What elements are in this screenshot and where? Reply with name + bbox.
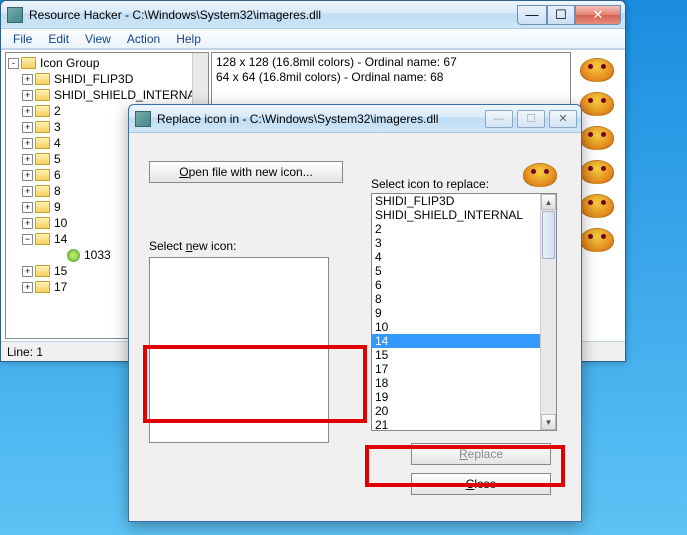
listbox-item[interactable]: 17 (372, 362, 556, 376)
app-icon (135, 111, 151, 127)
tree-item-label: 15 (54, 264, 67, 278)
listbox-item[interactable]: 15 (372, 348, 556, 362)
tree-item-label: 5 (54, 152, 61, 166)
folder-icon (35, 89, 50, 101)
dialog-titlebar[interactable]: Replace icon in - C:\Windows\System32\im… (129, 105, 581, 133)
folder-icon (21, 57, 36, 69)
icon-replace-listbox[interactable]: SHIDI_FLIP3DSHIDI_SHIELD_INTERNAL2345689… (371, 193, 557, 431)
folder-icon (35, 169, 50, 181)
dialog-minimize-button: — (485, 110, 513, 128)
annotation-highlight (365, 445, 565, 487)
listbox-item[interactable]: 4 (372, 250, 556, 264)
listbox-item[interactable]: 2 (372, 222, 556, 236)
folder-icon (35, 185, 50, 197)
tree-expand-icon[interactable]: + (22, 282, 33, 293)
listbox-item[interactable]: 3 (372, 236, 556, 250)
tree-expand-icon[interactable]: + (22, 106, 33, 117)
listbox-item[interactable]: SHIDI_SHIELD_INTERNAL (372, 208, 556, 222)
scroll-thumb[interactable] (542, 211, 555, 259)
folder-icon (35, 121, 50, 133)
menubar: File Edit View Action Help (1, 29, 625, 49)
menu-action[interactable]: Action (119, 30, 168, 48)
tree-item-label: SHIDI_SHIELD_INTERNAL (54, 88, 202, 102)
app-icon (7, 7, 23, 23)
scroll-down-icon[interactable]: ▼ (541, 414, 556, 430)
tree-item-label: 17 (54, 280, 67, 294)
icon-thumb (580, 228, 614, 252)
close-window-button[interactable]: ✕ (575, 5, 621, 25)
menu-edit[interactable]: Edit (40, 30, 77, 48)
tree-item-label: 3 (54, 120, 61, 134)
tree-item-label: 10 (54, 216, 67, 230)
folder-icon (35, 265, 50, 277)
annotation-highlight (143, 345, 367, 423)
tree-expand-icon[interactable]: + (22, 90, 33, 101)
dialog-close-x-button[interactable]: ✕ (549, 110, 577, 128)
tree-leaf-label: 1033 (84, 248, 111, 262)
folder-icon (35, 153, 50, 165)
listbox-item[interactable]: 6 (372, 278, 556, 292)
tree-item-label: 14 (54, 232, 67, 246)
resource-leaf-icon (67, 249, 80, 262)
menu-view[interactable]: View (77, 30, 119, 48)
folder-icon (35, 281, 50, 293)
status-text: Line: 1 (7, 345, 43, 359)
tree-expand-icon[interactable]: + (22, 170, 33, 181)
icon-thumb (580, 194, 614, 218)
folder-icon (35, 201, 50, 213)
tree-expand-icon[interactable]: + (22, 154, 33, 165)
listbox-item[interactable]: 18 (372, 376, 556, 390)
folder-icon (35, 233, 50, 245)
select-new-icon-label: Select new icon: (149, 239, 343, 253)
tree-item[interactable]: + SHIDI_SHIELD_INTERNAL (8, 87, 208, 103)
tree-expand-icon[interactable]: + (22, 218, 33, 229)
dialog-title: Replace icon in - C:\Windows\System32\im… (157, 112, 485, 126)
folder-icon (35, 137, 50, 149)
tree-item-label: 4 (54, 136, 61, 150)
tree-expand-icon[interactable]: + (22, 74, 33, 85)
listbox-item[interactable]: 21 (372, 418, 556, 431)
scroll-up-icon[interactable]: ▲ (541, 194, 556, 210)
icon-thumb (580, 160, 614, 184)
dialog-maximize-button: ☐ (517, 110, 545, 128)
window-title: Resource Hacker - C:\Windows\System32\im… (29, 8, 517, 22)
maximize-button[interactable]: ☐ (547, 5, 575, 25)
icon-thumb (580, 92, 614, 116)
listbox-item[interactable]: 20 (372, 404, 556, 418)
tree-expand-icon[interactable]: − (22, 234, 33, 245)
tree-item[interactable]: + SHIDI_FLIP3D (8, 71, 208, 87)
listbox-scrollbar[interactable]: ▲ ▼ (540, 194, 556, 430)
tree-item-label: SHIDI_FLIP3D (54, 72, 133, 86)
tree-expand-icon[interactable]: + (22, 122, 33, 133)
tree-item-label: 9 (54, 200, 61, 214)
listbox-item[interactable]: 10 (372, 320, 556, 334)
listbox-item[interactable]: 9 (372, 306, 556, 320)
folder-icon (35, 217, 50, 229)
minimize-button[interactable]: — (517, 5, 547, 25)
folder-icon (35, 105, 50, 117)
select-replace-label: Select icon to replace: (371, 177, 561, 191)
open-file-button[interactable]: Open file with new icon... (149, 161, 343, 183)
menu-file[interactable]: File (5, 30, 40, 48)
tree-collapse-icon[interactable]: - (8, 58, 19, 69)
listbox-item[interactable]: 5 (372, 264, 556, 278)
listbox-item[interactable]: 14 (372, 334, 556, 348)
tree-item-label: 2 (54, 104, 61, 118)
tree-expand-icon[interactable]: + (22, 266, 33, 277)
tree-item-label: 6 (54, 168, 61, 182)
tree-root-label: Icon Group (40, 56, 99, 70)
tree-expand-icon[interactable]: + (22, 186, 33, 197)
icon-thumb (580, 58, 614, 82)
listbox-item[interactable]: 19 (372, 390, 556, 404)
main-titlebar[interactable]: Resource Hacker - C:\Windows\System32\im… (1, 1, 625, 29)
replace-icon-dialog: Replace icon in - C:\Windows\System32\im… (128, 104, 582, 522)
tree-expand-icon[interactable]: + (22, 202, 33, 213)
folder-icon (35, 73, 50, 85)
listbox-item[interactable]: SHIDI_FLIP3D (372, 194, 556, 208)
icon-thumb (580, 126, 614, 150)
tree-item-label: 8 (54, 184, 61, 198)
menu-help[interactable]: Help (168, 30, 209, 48)
tree-expand-icon[interactable]: + (22, 138, 33, 149)
listbox-item[interactable]: 8 (372, 292, 556, 306)
